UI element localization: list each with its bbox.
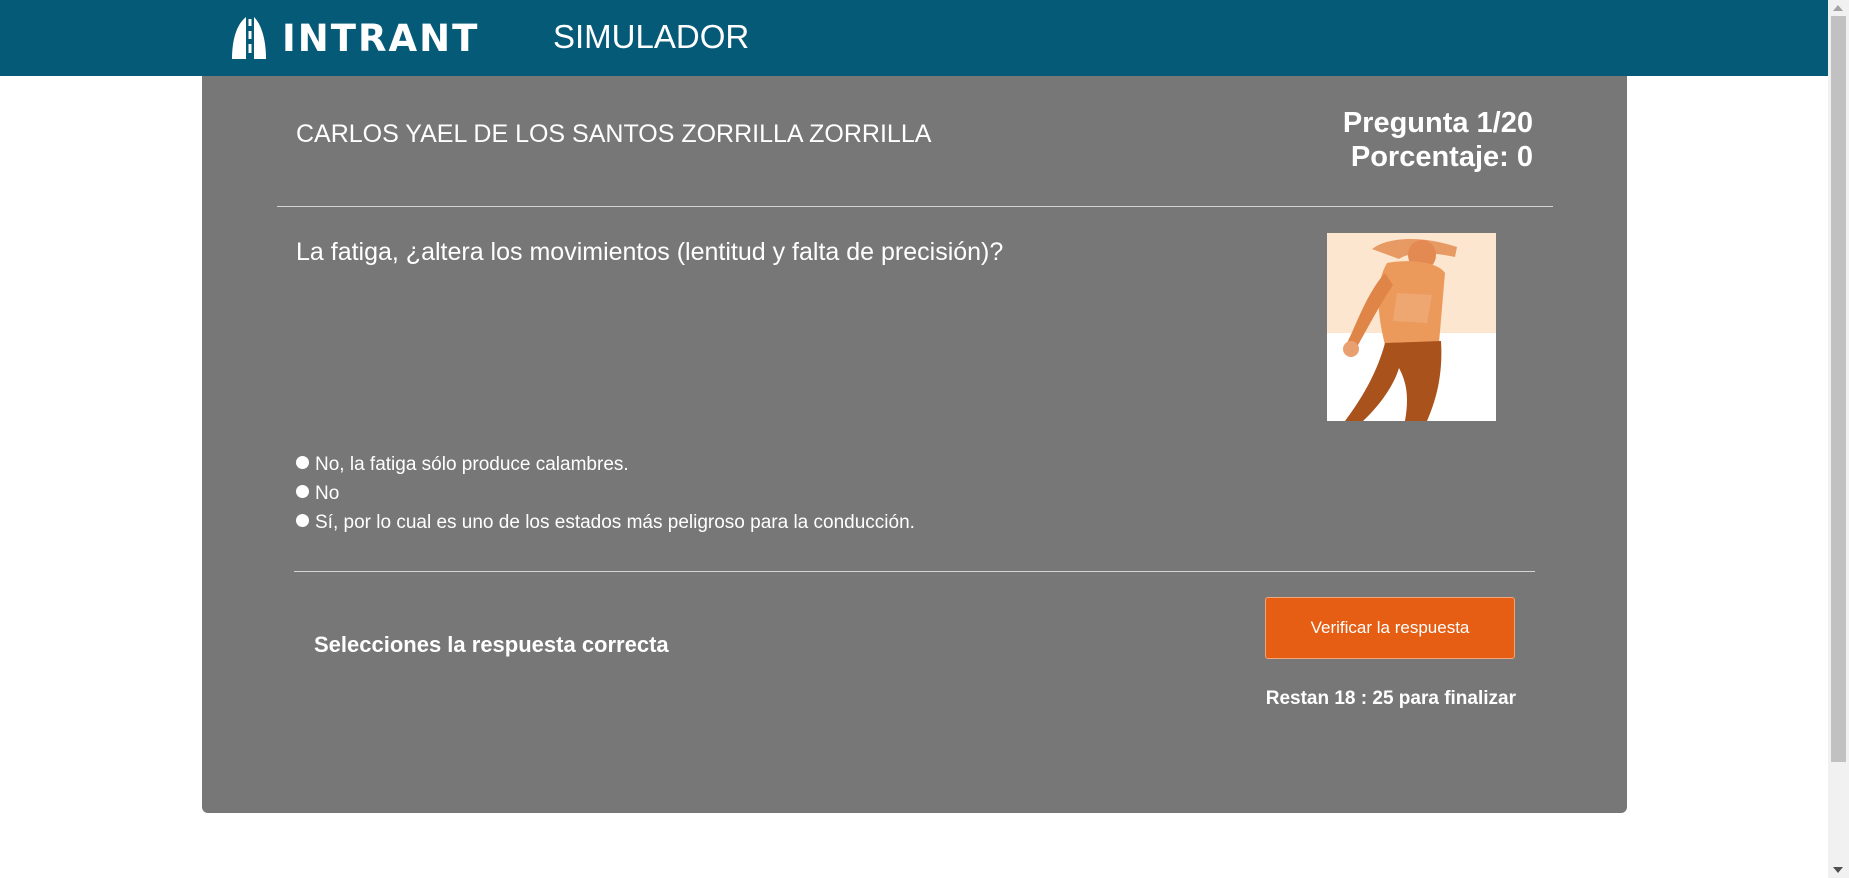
answer-option[interactable]: No, la fatiga sólo produce calambres. — [296, 450, 915, 479]
answer-option-label: No, la fatiga sólo produce calambres. — [315, 453, 629, 475]
header-divider — [277, 206, 1553, 207]
countdown-timer: Restan 18 : 25 para finalizar — [1265, 688, 1516, 709]
options-divider — [294, 571, 1535, 572]
scroll-up-icon[interactable] — [1833, 5, 1843, 11]
score-percentage: Porcentaje: 0 — [1350, 141, 1533, 173]
question-image — [1327, 233, 1496, 421]
answer-option-label: No — [315, 482, 340, 504]
answer-option-label: Sí, por lo cual es uno de los estados má… — [315, 511, 915, 533]
progress-box: Pregunta 1/20 Porcentaje: 0 — [1343, 106, 1533, 174]
verify-answer-button[interactable]: Verificar la respuesta — [1265, 597, 1515, 659]
scroll-down-icon[interactable] — [1833, 867, 1843, 873]
question-counter: Pregunta 1/20 — [1342, 107, 1533, 139]
intrant-logo[interactable]: INTRANT — [222, 11, 479, 65]
exam-panel: CARLOS YAEL DE LOS SANTOS ZORRILLA ZORRI… — [202, 76, 1627, 813]
answer-option[interactable]: Sí, por lo cual es uno de los estados má… — [296, 508, 915, 537]
radio-button-icon[interactable] — [296, 485, 309, 498]
top-navbar: INTRANT SIMULADOR — [0, 0, 1828, 76]
answer-options: No, la fatiga sólo produce calambres. No… — [296, 450, 915, 537]
question-text: La fatiga, ¿altera los movimientos (lent… — [296, 238, 1004, 266]
intrant-road-icon — [232, 17, 266, 59]
logo-text: INTRANT — [282, 16, 480, 60]
radio-button-icon[interactable] — [296, 456, 309, 469]
answer-option[interactable]: No — [296, 479, 915, 508]
fatigued-person-illustration — [1327, 233, 1496, 421]
scroll-thumb[interactable] — [1831, 16, 1846, 762]
vertical-scrollbar[interactable] — [1828, 0, 1849, 878]
app-title: SIMULADOR — [553, 18, 750, 55]
radio-button-icon[interactable] — [296, 514, 309, 527]
student-name: CARLOS YAEL DE LOS SANTOS ZORRILLA ZORRI… — [296, 120, 932, 148]
instruction-text: Selecciones la respuesta correcta — [314, 632, 669, 657]
